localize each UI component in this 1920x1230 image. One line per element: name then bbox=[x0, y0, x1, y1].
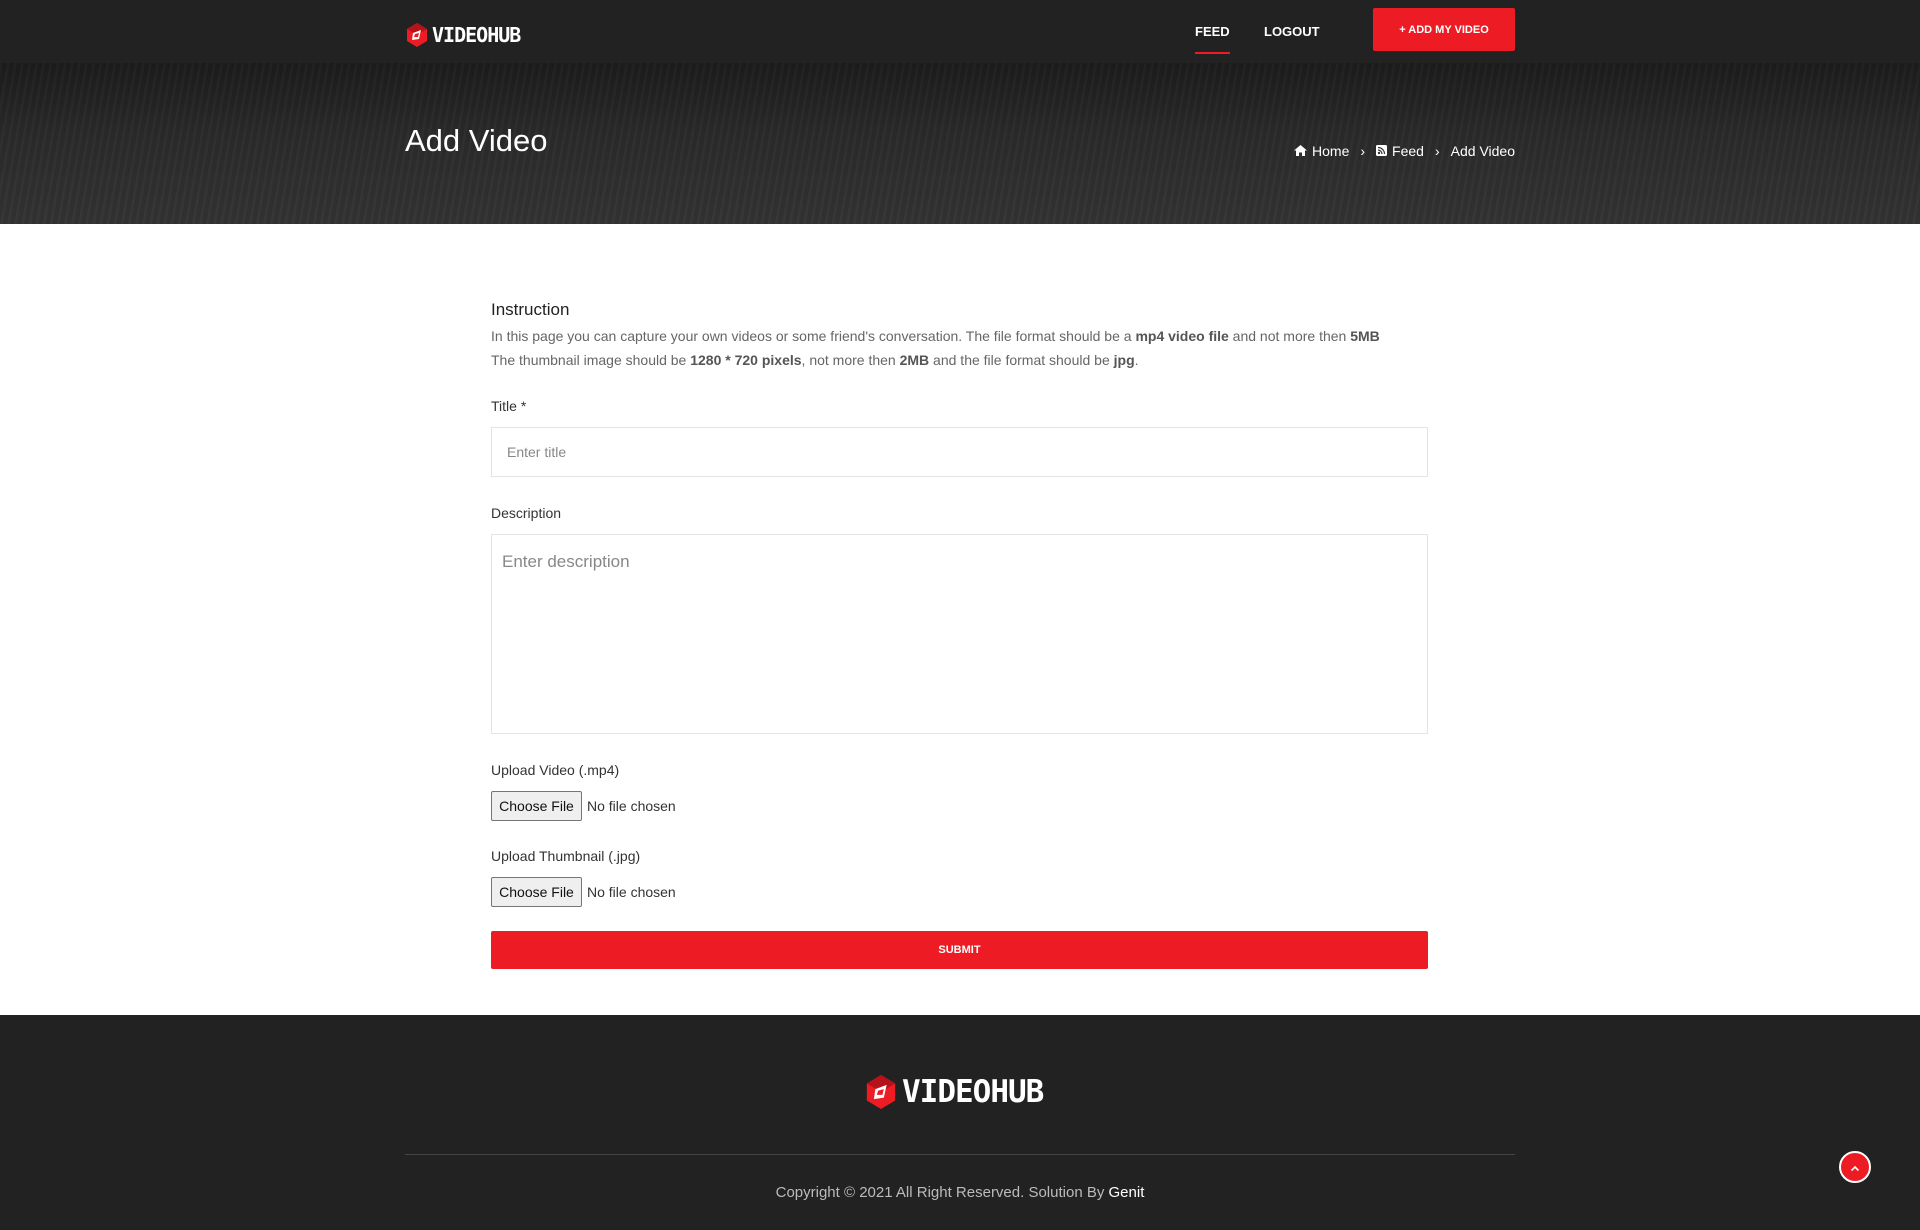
instructions-emphasis: 2MB bbox=[899, 352, 930, 368]
description-label: Description bbox=[491, 505, 562, 521]
video-file-status: No file chosen bbox=[587, 798, 676, 814]
instructions-text-part: The thumbnail image should be bbox=[491, 352, 691, 368]
rss-icon bbox=[1376, 143, 1388, 159]
chevron-right-icon: › bbox=[1360, 143, 1366, 159]
add-my-video-button[interactable]: + ADD MY VIDEO bbox=[1373, 8, 1515, 51]
instructions-text-part: . bbox=[1134, 352, 1139, 368]
nav-feed[interactable]: FEED bbox=[1195, 24, 1230, 54]
video-file-input: Choose File No file chosen bbox=[491, 791, 676, 821]
thumbnail-file-status: No file chosen bbox=[587, 884, 676, 900]
home-icon bbox=[1294, 143, 1308, 159]
upload-thumbnail-label: Upload Thumbnail (.jpg) bbox=[491, 848, 641, 864]
choose-video-file-button[interactable]: Choose File bbox=[491, 791, 582, 821]
title-label: Title * bbox=[491, 398, 527, 414]
instructions-emphasis: 5MB bbox=[1350, 328, 1380, 344]
breadcrumb: Home › Feed › Add Video bbox=[1294, 143, 1515, 159]
top-navbar: VIDEOHUB FEED LOGOUT + ADD MY VIDEO bbox=[0, 0, 1920, 63]
instructions-text-part: , not more then bbox=[801, 352, 900, 368]
scroll-to-top-button[interactable] bbox=[1839, 1151, 1871, 1183]
page-title: Add Video bbox=[405, 123, 548, 158]
chevron-up-icon bbox=[1850, 1160, 1860, 1175]
logo-icon bbox=[405, 22, 429, 48]
footer: VIDEOHUB Copyright © 2021 All Right Rese… bbox=[0, 1015, 1920, 1230]
instructions-text-part: In this page you can capture your own vi… bbox=[491, 328, 1136, 344]
logo-icon bbox=[864, 1072, 898, 1112]
thumbnail-file-input: Choose File No file chosen bbox=[491, 877, 676, 907]
submit-button[interactable]: SUBMIT bbox=[491, 931, 1428, 969]
instructions-emphasis: mp4 video file bbox=[1135, 328, 1229, 344]
breadcrumb-home[interactable]: Home bbox=[1294, 143, 1349, 159]
title-input[interactable] bbox=[491, 427, 1428, 477]
credit-link[interactable]: Genit bbox=[1109, 1184, 1145, 1201]
instructions-block: Instruction In this page you can capture… bbox=[491, 300, 1428, 372]
breadcrumb-feed-label: Feed bbox=[1392, 143, 1424, 159]
breadcrumb-current: Add Video bbox=[1450, 143, 1515, 159]
site-logo[interactable]: VIDEOHUB bbox=[405, 22, 521, 48]
breadcrumb-feed[interactable]: Feed bbox=[1376, 143, 1424, 159]
instructions-heading: Instruction bbox=[491, 300, 570, 319]
copyright-text: Copyright © 2021 All Right Reserved. Sol… bbox=[0, 1184, 1920, 1201]
instructions-emphasis: jpg bbox=[1113, 352, 1135, 368]
choose-thumbnail-file-button[interactable]: Choose File bbox=[491, 877, 582, 907]
footer-divider bbox=[405, 1154, 1515, 1155]
footer-logo-text: VIDEOHUB bbox=[902, 1074, 1044, 1110]
instructions-text-part: and not more then bbox=[1228, 328, 1351, 344]
footer-logo[interactable]: VIDEOHUB bbox=[864, 1072, 1044, 1112]
instructions-emphasis: 1280 * 720 pixels bbox=[690, 352, 802, 368]
upload-video-label: Upload Video (.mp4) bbox=[491, 762, 620, 778]
banner-texture bbox=[0, 63, 1920, 224]
chevron-right-icon: › bbox=[1434, 143, 1440, 159]
instructions-text: In this page you can capture your own vi… bbox=[491, 324, 1428, 372]
logo-text: VIDEOHUB bbox=[432, 23, 521, 47]
page-header-banner: Add Video Home › Feed › Add Video bbox=[0, 63, 1920, 224]
breadcrumb-home-label: Home bbox=[1312, 143, 1350, 159]
description-textarea[interactable] bbox=[491, 534, 1428, 734]
copyright-label: Copyright © 2021 All Right Reserved. Sol… bbox=[775, 1184, 1109, 1201]
nav-logout[interactable]: LOGOUT bbox=[1264, 24, 1320, 39]
instructions-text-part: and the file format should be bbox=[929, 352, 1114, 368]
